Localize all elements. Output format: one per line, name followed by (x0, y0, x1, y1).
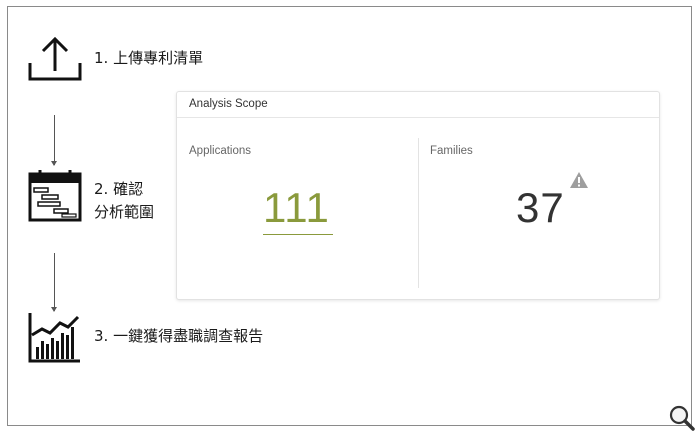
analysis-scope-card: Analysis Scope Applications 111 Families… (176, 91, 660, 300)
step-connector-2 (51, 253, 57, 312)
families-value: 37 (516, 184, 565, 231)
upload-icon (28, 36, 82, 81)
applications-label: Applications (189, 145, 252, 157)
applications-underline (263, 234, 333, 235)
step-2-label-line2: 分析範圍 (94, 203, 155, 221)
rising-chart-icon (28, 313, 80, 363)
families-label: Families (430, 145, 473, 157)
warning-icon[interactable] (569, 171, 589, 189)
step-2-label-line1: 2. 確認 (94, 180, 144, 198)
applications-value[interactable]: 111 (263, 184, 330, 232)
card-title: Analysis Scope (177, 92, 659, 118)
step-1-label: 1. 上傳專利清單 (94, 49, 204, 67)
card-divider (418, 138, 419, 288)
step-3-label: 3. 一鍵獲得盡職調查報告 (94, 327, 264, 345)
step-connector-1 (51, 115, 57, 166)
zoom-icon[interactable] (668, 404, 696, 432)
calendar-gantt-icon (28, 170, 82, 222)
